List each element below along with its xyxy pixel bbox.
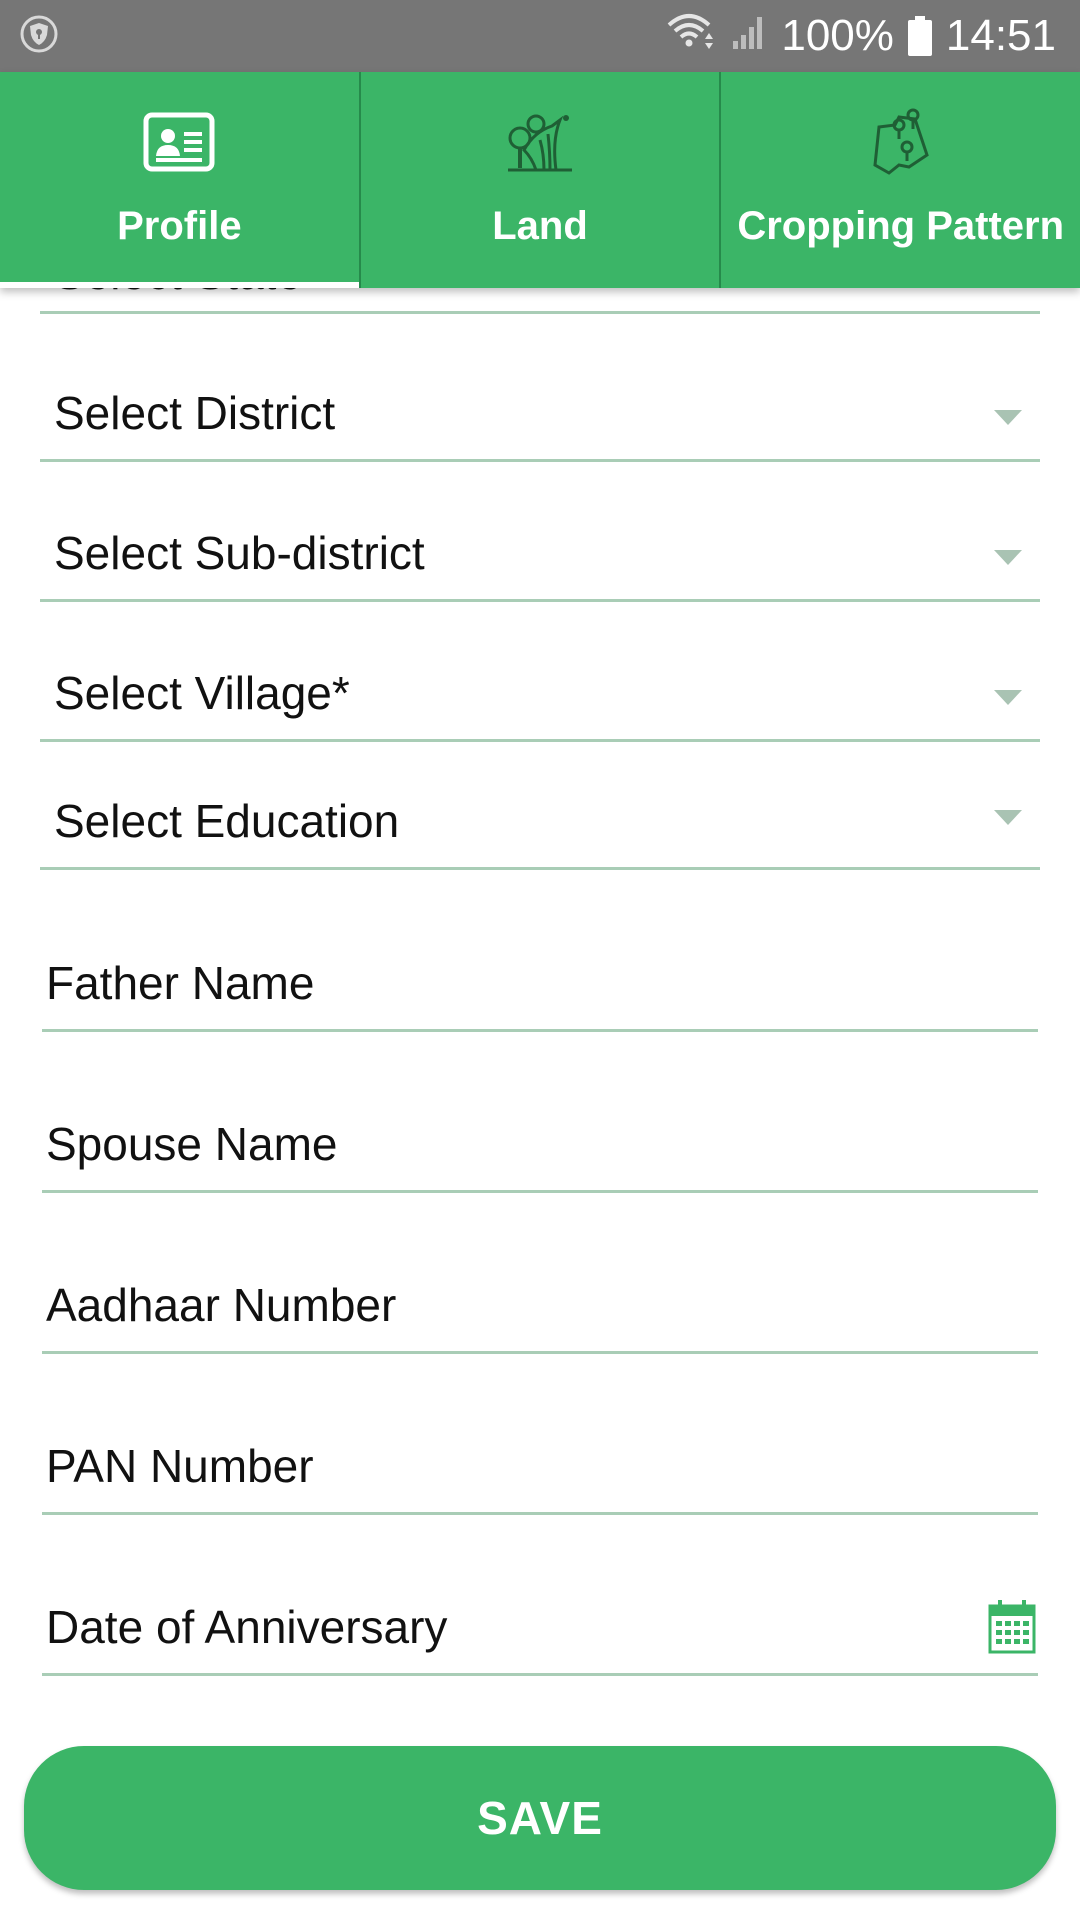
- status-left: [20, 15, 58, 58]
- sub-district-dropdown-underline: [40, 599, 1040, 602]
- state-dropdown-underline: [40, 311, 1040, 314]
- district-dropdown-underline: [40, 459, 1040, 462]
- tab-profile-label: Profile: [117, 204, 242, 248]
- village-dropdown[interactable]: Select Village*: [40, 666, 1040, 742]
- pan-number-placeholder: PAN Number: [46, 1440, 314, 1492]
- spouse-name-placeholder: Spouse Name: [46, 1118, 338, 1170]
- aadhaar-number-placeholder: Aadhaar Number: [46, 1279, 397, 1331]
- village-dropdown-underline: [40, 739, 1040, 742]
- education-dropdown[interactable]: Select Education: [40, 794, 1040, 870]
- battery-percent: 100%: [781, 11, 894, 60]
- anniversary-date-field[interactable]: Date of Anniversary: [42, 1600, 1038, 1676]
- tab-cropping-pattern-label: Cropping Pattern: [737, 204, 1065, 248]
- education-dropdown-label: Select Education: [54, 795, 400, 847]
- aadhaar-number-underline: [42, 1351, 1038, 1354]
- chevron-down-icon: [994, 810, 1022, 825]
- shield-icon: [20, 15, 58, 58]
- save-button[interactable]: SAVE: [24, 1746, 1056, 1890]
- district-dropdown[interactable]: Select District: [40, 386, 1040, 462]
- chevron-down-icon: [994, 690, 1022, 705]
- battery-icon: [907, 16, 932, 56]
- clock: 14:51: [945, 11, 1056, 60]
- land-field-icon: [504, 106, 576, 178]
- pan-number-underline: [42, 1512, 1038, 1515]
- education-dropdown-underline: [40, 867, 1040, 870]
- anniversary-date-underline: [42, 1673, 1038, 1676]
- chevron-down-icon: [994, 410, 1022, 425]
- status-bar: 100% 14:51: [0, 0, 1080, 72]
- wifi-icon: [665, 11, 717, 62]
- tab-bar: Profile Land Cropping Pattern: [0, 72, 1080, 288]
- aadhaar-number-field[interactable]: Aadhaar Number: [42, 1278, 1038, 1354]
- father-name-placeholder: Father Name: [46, 957, 315, 1009]
- district-dropdown-label: Select District: [54, 387, 336, 439]
- profile-form: Select State Select District Select Sub-…: [0, 288, 1080, 1728]
- chevron-down-icon: [994, 550, 1022, 565]
- tab-land-label: Land: [492, 204, 588, 248]
- sub-district-dropdown-label: Select Sub-district: [54, 527, 425, 579]
- state-dropdown-label: Select State: [54, 288, 302, 300]
- sub-district-dropdown[interactable]: Select Sub-district: [40, 526, 1040, 602]
- village-dropdown-label: Select Village*: [54, 667, 350, 719]
- father-name-field[interactable]: Father Name: [42, 956, 1038, 1032]
- signal-icon: [731, 11, 767, 62]
- father-name-underline: [42, 1029, 1038, 1032]
- anniversary-date-placeholder: Date of Anniversary: [46, 1601, 448, 1653]
- calendar-icon[interactable]: [988, 1600, 1036, 1659]
- status-right: 100% 14:51: [665, 11, 1056, 62]
- tab-land[interactable]: Land: [361, 72, 722, 288]
- map-pin-plots-icon: [869, 106, 933, 178]
- id-card-icon: [143, 106, 215, 178]
- pan-number-field[interactable]: PAN Number: [42, 1439, 1038, 1515]
- tab-cropping-pattern[interactable]: Cropping Pattern: [721, 72, 1080, 288]
- tab-profile[interactable]: Profile: [0, 72, 361, 288]
- spouse-name-field[interactable]: Spouse Name: [42, 1117, 1038, 1193]
- state-dropdown[interactable]: Select State: [40, 288, 1040, 314]
- spouse-name-underline: [42, 1190, 1038, 1193]
